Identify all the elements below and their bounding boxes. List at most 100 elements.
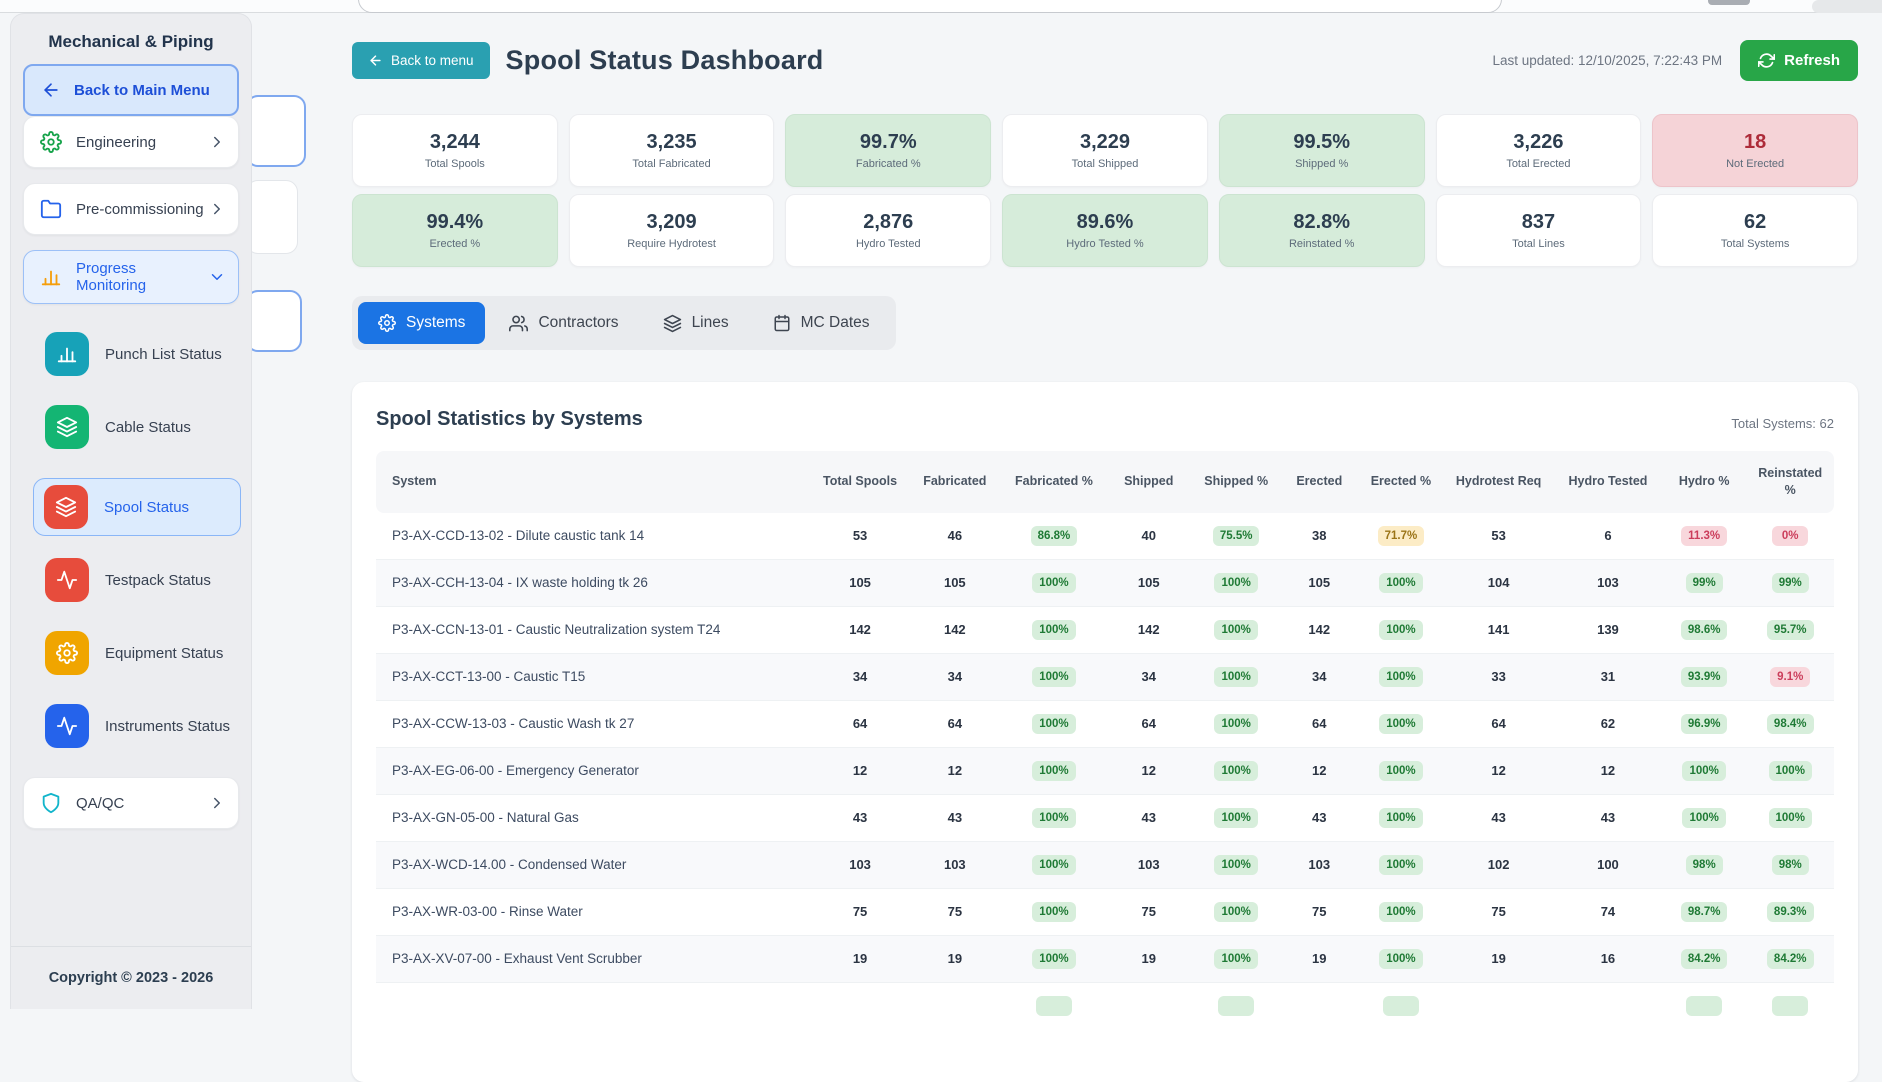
percent-badge: 75.5% bbox=[1213, 526, 1260, 546]
percent-badge: 100% bbox=[1379, 902, 1422, 922]
stat-cell: 100% bbox=[1003, 700, 1105, 747]
main-content: Back to menu Spool Status Dashboard Last… bbox=[252, 12, 1882, 1009]
sidebar-item-punch-list-status[interactable]: Punch List Status bbox=[45, 332, 241, 376]
sidebar-item-pre-commissioning[interactable]: Pre-commissioning bbox=[23, 183, 239, 235]
system-name-cell: P3-AX-GN-05-00 - Natural Gas bbox=[376, 794, 813, 841]
col-header-erected: Erected bbox=[1280, 451, 1359, 513]
stat-cell: 46 bbox=[907, 513, 1003, 560]
percent-badge: 100% bbox=[1682, 808, 1725, 828]
stat-cell: 34 bbox=[1105, 653, 1192, 700]
percent-badge: 98.4% bbox=[1767, 714, 1814, 734]
sidebar-item-engineering[interactable]: Engineering bbox=[23, 116, 239, 168]
stat-label: Total Systems bbox=[1721, 238, 1789, 250]
stat-cell: 142 bbox=[1105, 606, 1192, 653]
stat-cell: 100% bbox=[1746, 794, 1834, 841]
stat-cell: 9.1% bbox=[1746, 653, 1834, 700]
stat-cell: 43 bbox=[907, 794, 1003, 841]
system-name-cell: P3-AX-XV-07-00 - Exhaust Vent Scrubber bbox=[376, 935, 813, 982]
sidebar-item-label: Punch List Status bbox=[105, 346, 222, 363]
percent-badge: 9.1% bbox=[1770, 667, 1810, 687]
arrow-left-icon bbox=[41, 80, 61, 100]
stat-cell bbox=[1003, 982, 1105, 1029]
stat-cell: 11.3% bbox=[1662, 513, 1747, 560]
percent-badge: 100% bbox=[1214, 620, 1257, 640]
stat-card: 3,229 Total Shipped bbox=[1002, 114, 1208, 187]
stat-cell: 100% bbox=[1003, 888, 1105, 935]
stat-cell: 100% bbox=[1192, 606, 1279, 653]
stat-cell: 142 bbox=[1280, 606, 1359, 653]
progress-monitoring-submenu: Punch List Status Cable Status Spool Sta… bbox=[11, 304, 251, 748]
sidebar-item-label: QA/QC bbox=[76, 795, 208, 812]
systems-table-card: Spool Statistics by Systems Total System… bbox=[352, 382, 1858, 1082]
stat-cell: 75 bbox=[1280, 888, 1359, 935]
percent-badge: 100% bbox=[1379, 855, 1422, 875]
stat-cell: 53 bbox=[813, 513, 906, 560]
system-name-cell: P3-AX-WR-03-00 - Rinse Water bbox=[376, 888, 813, 935]
percent-badge: 100% bbox=[1032, 714, 1075, 734]
stat-cell: 100% bbox=[1359, 700, 1444, 747]
stat-cell: 100% bbox=[1003, 606, 1105, 653]
stat-cell: 100% bbox=[1746, 747, 1834, 794]
last-updated-text: Last updated: 12/10/2025, 7:22:43 PM bbox=[1492, 53, 1722, 68]
stat-cell: 105 bbox=[1105, 559, 1192, 606]
arrow-left-icon bbox=[368, 53, 383, 68]
stat-value: 3,229 bbox=[1080, 131, 1130, 154]
stat-cell: 40 bbox=[1105, 513, 1192, 560]
refresh-label: Refresh bbox=[1784, 52, 1840, 69]
stat-cell: 142 bbox=[813, 606, 906, 653]
stat-card: 62Total Systems bbox=[1652, 194, 1858, 267]
stat-cell: 100% bbox=[1003, 747, 1105, 794]
percent-badge: 100% bbox=[1214, 714, 1257, 734]
stat-card: 3,235Total Fabricated bbox=[569, 114, 775, 187]
calendar-icon bbox=[773, 314, 791, 332]
tab-mc-dates[interactable]: MC Dates bbox=[753, 302, 890, 344]
stat-cell: 64 bbox=[1280, 700, 1359, 747]
col-header-hydro-pct: Hydro % bbox=[1662, 451, 1747, 513]
refresh-button[interactable]: Refresh bbox=[1740, 40, 1858, 81]
col-header-shipped: Shipped bbox=[1105, 451, 1192, 513]
stat-card: 18Not Erected bbox=[1652, 114, 1858, 187]
percent-badge: 95.7% bbox=[1767, 620, 1814, 640]
table-row: P3-AX-XV-07-00 - Exhaust Vent Scrubber 19… bbox=[376, 935, 1834, 982]
sidebar-item-qaqc[interactable]: QA/QC bbox=[23, 777, 239, 829]
sidebar-item-label: Pre-commissioning bbox=[76, 201, 208, 218]
back-to-menu-button[interactable]: Back to menu bbox=[352, 42, 490, 79]
stat-cell: 100% bbox=[1192, 700, 1279, 747]
stat-cell: 100% bbox=[1192, 747, 1279, 794]
stat-value: 2,876 bbox=[863, 211, 913, 234]
tab-contractors[interactable]: Contractors bbox=[489, 302, 638, 344]
table-row: P3-AX-CCN-13-01 - Caustic Neutralization… bbox=[376, 606, 1834, 653]
percent-badge: 100% bbox=[1032, 667, 1075, 687]
sidebar-item-testpack-status[interactable]: Testpack Status bbox=[45, 558, 241, 602]
sidebar-item-cable-status[interactable]: Cable Status bbox=[45, 405, 241, 449]
stat-cell: 98.4% bbox=[1746, 700, 1834, 747]
stat-label: Shipped % bbox=[1295, 158, 1348, 170]
stat-cell: 62 bbox=[1554, 700, 1662, 747]
stat-cell bbox=[1443, 982, 1554, 1029]
stat-label: Hydro Tested % bbox=[1066, 238, 1143, 250]
percent-badge: 100% bbox=[1214, 667, 1257, 687]
stat-cell: 75 bbox=[813, 888, 906, 935]
tab-label: Systems bbox=[406, 314, 465, 332]
tab-lines[interactable]: Lines bbox=[643, 302, 749, 344]
layers-icon bbox=[663, 314, 682, 333]
stat-value: 3,244 bbox=[430, 131, 480, 154]
sidebar-item-equipment-status[interactable]: Equipment Status bbox=[45, 631, 241, 675]
percent-badge: 100% bbox=[1032, 808, 1075, 828]
sidebar-item-spool-status[interactable]: Spool Status bbox=[33, 478, 241, 536]
stat-cell: 19 bbox=[1105, 935, 1192, 982]
col-header-hydro-tested: Hydro Tested bbox=[1554, 451, 1662, 513]
sidebar-item-progress-monitoring[interactable]: Progress Monitoring bbox=[23, 250, 239, 304]
back-to-main-menu-button[interactable]: Back to Main Menu bbox=[23, 64, 239, 116]
view-tabs: Systems Contractors Lines MC Dates bbox=[352, 296, 896, 350]
stat-value: 3,226 bbox=[1513, 131, 1563, 154]
tab-systems[interactable]: Systems bbox=[358, 302, 485, 344]
stat-cell: 100% bbox=[1359, 747, 1444, 794]
stat-label: Total Shipped bbox=[1072, 158, 1139, 170]
percent-badge: 99% bbox=[1772, 573, 1809, 593]
table-row bbox=[376, 982, 1834, 1029]
col-header-shipped-pct: Shipped % bbox=[1192, 451, 1279, 513]
stat-cell: 31 bbox=[1554, 653, 1662, 700]
sidebar-item-instruments-status[interactable]: Instruments Status bbox=[45, 704, 241, 748]
stat-cell: 43 bbox=[1443, 794, 1554, 841]
